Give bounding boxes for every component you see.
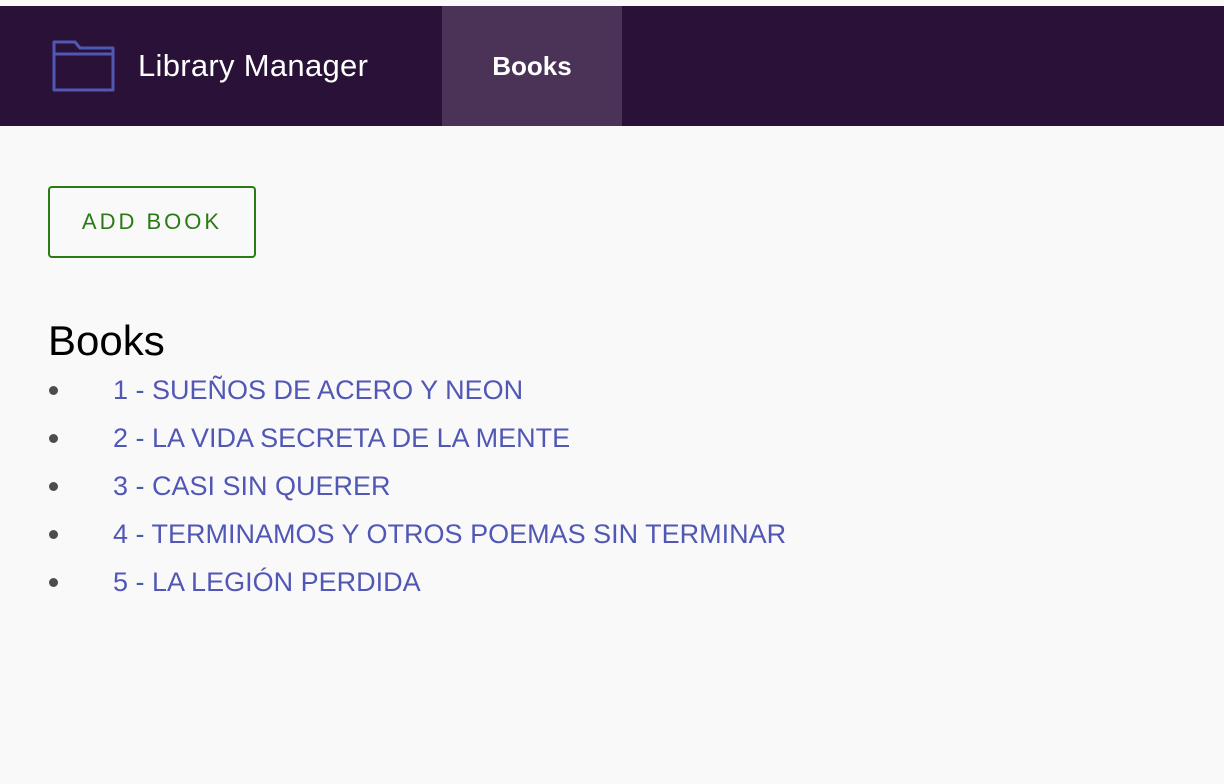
book-list: 1 - SUEÑOS DE ACERO Y NEON 2 - LA VIDA S… [48,366,1224,606]
bullet [49,433,58,443]
brand-link[interactable]: Library Manager [0,6,442,126]
folder-icon [50,38,118,94]
bullet [49,481,58,491]
book-link[interactable]: 5 - LA LEGIÓN PERDIDA [113,567,421,598]
list-item: 2 - LA VIDA SECRETA DE LA MENTE [48,414,1224,462]
list-item: 3 - CASI SIN QUERER [48,462,1224,510]
add-book-button[interactable]: ADD BOOK [48,186,256,258]
section-title: Books [48,317,165,364]
book-link[interactable]: 1 - SUEÑOS DE ACERO Y NEON [113,375,523,406]
book-link[interactable]: 2 - LA VIDA SECRETA DE LA MENTE [113,423,570,454]
tab-books[interactable]: Books [442,6,622,126]
bullet [49,385,58,395]
app-title: Library Manager [138,48,369,83]
book-link[interactable]: 3 - CASI SIN QUERER [113,471,391,502]
list-item: 5 - LA LEGIÓN PERDIDA [48,558,1224,606]
main-content: ADD BOOK Books 1 - SUEÑOS DE ACERO Y NEO… [0,126,1224,606]
bullet [49,577,58,587]
book-link[interactable]: 4 - TERMINAMOS Y OTROS POEMAS SIN TERMIN… [113,519,786,550]
navbar: Library Manager Books [0,6,1224,126]
list-item: 4 - TERMINAMOS Y OTROS POEMAS SIN TERMIN… [48,510,1224,558]
list-item: 1 - SUEÑOS DE ACERO Y NEON [48,366,1224,414]
bullet [49,529,58,539]
